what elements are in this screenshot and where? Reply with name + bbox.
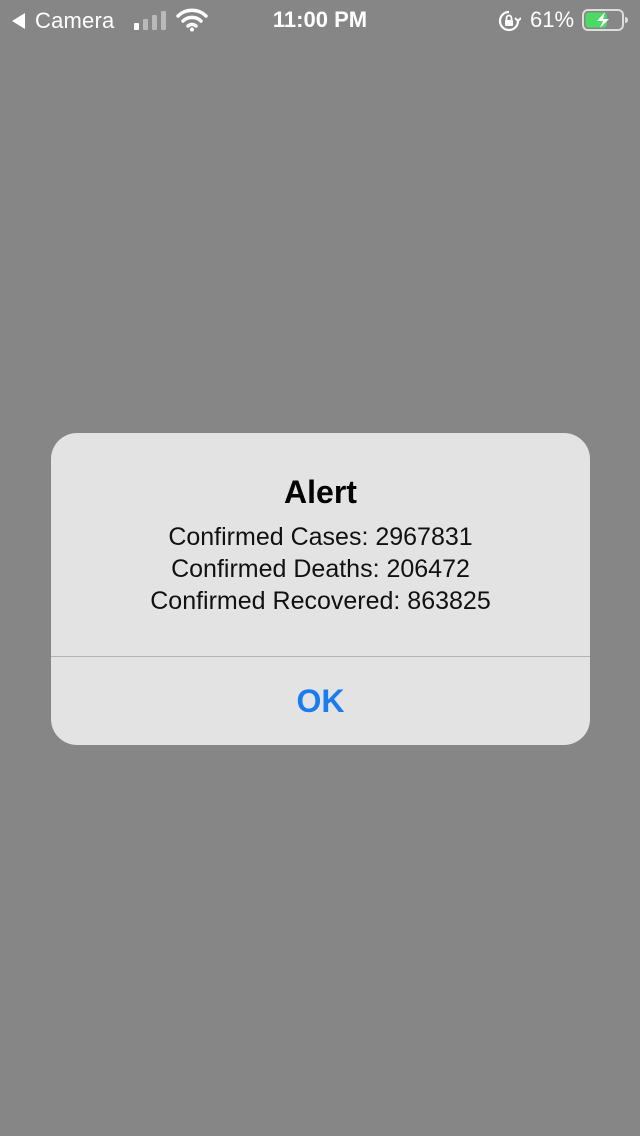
alert-message-line-cases: Confirmed Cases: 2967831 bbox=[168, 523, 473, 551]
alert-message-line-recovered: Confirmed Recovered: 863825 bbox=[150, 587, 491, 615]
battery-icon bbox=[582, 9, 628, 31]
battery-percent: 61% bbox=[530, 7, 575, 32]
alert-message: Confirmed Cases: 2967831 Confirmed Death… bbox=[51, 521, 590, 617]
alert-message-line-deaths: Confirmed Deaths: 206472 bbox=[171, 555, 470, 583]
alert-dialog: Alert Confirmed Cases: 2967831 Confirmed… bbox=[51, 433, 590, 745]
rotation-lock-icon bbox=[498, 10, 521, 32]
alert-title: Alert bbox=[284, 474, 357, 510]
status-bar: Camera 11:00 PM 61% bbox=[0, 0, 640, 40]
screen: Camera 11:00 PM 61% Alert Confirmed Case… bbox=[0, 0, 640, 1136]
ok-button[interactable]: OK bbox=[51, 657, 590, 745]
alert-body: Alert Confirmed Cases: 2967831 Confirmed… bbox=[51, 433, 590, 656]
